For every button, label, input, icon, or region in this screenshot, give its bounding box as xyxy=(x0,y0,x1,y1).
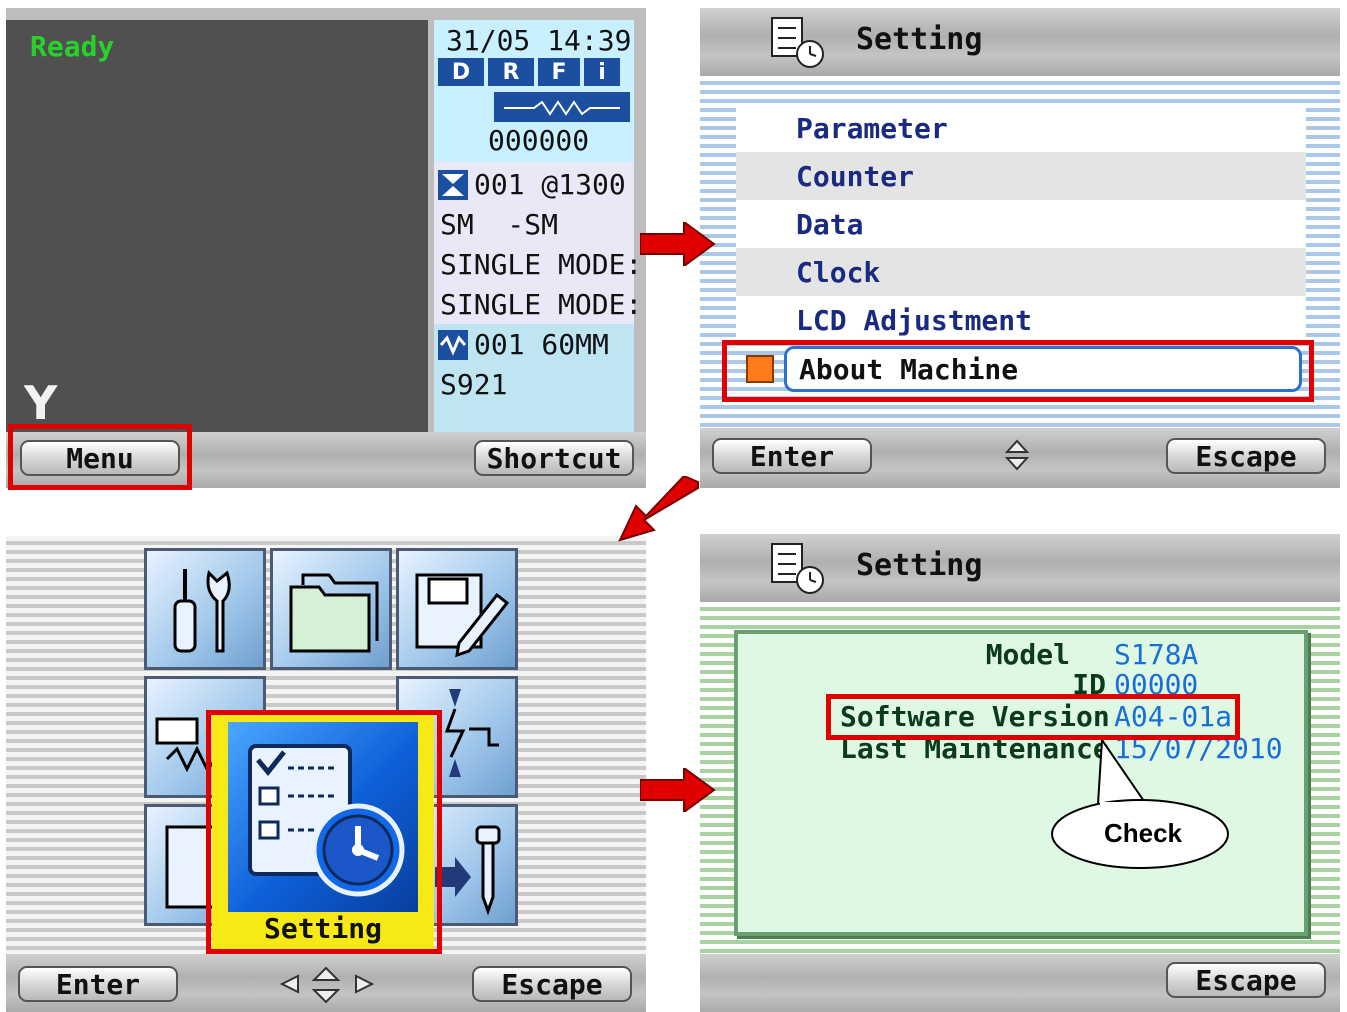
list-item-label: Data xyxy=(796,207,864,241)
arrow-right-icon xyxy=(640,768,716,812)
highlight-setting-tile xyxy=(206,710,442,954)
shortcut-button[interactable]: Shortcut xyxy=(474,440,634,476)
highlight-software-version xyxy=(826,694,1240,740)
escape-button[interactable]: Escape xyxy=(472,966,632,1002)
setting-title-icon xyxy=(770,16,826,70)
arrow-down-left-icon xyxy=(618,476,699,542)
check-callout-text: Check xyxy=(1103,818,1183,848)
camera-view xyxy=(6,20,428,432)
program-row: 001 @1300 xyxy=(438,168,626,201)
escape-button[interactable]: Escape xyxy=(1166,962,1326,998)
splice-counter: 000000 xyxy=(488,124,590,157)
list-item-clock[interactable]: Clock xyxy=(736,248,1306,296)
folder-icon[interactable] xyxy=(270,548,392,670)
heater-code: S921 xyxy=(440,368,508,401)
setting-title: Setting xyxy=(856,22,983,57)
datetime: 31/05 14:39 xyxy=(446,24,632,57)
model-label: Model xyxy=(985,638,1070,671)
enter-button[interactable]: Enter xyxy=(18,966,178,1002)
status-text: Ready xyxy=(30,30,115,63)
list-item-lcd-adjustment[interactable]: LCD Adjustment xyxy=(736,296,1306,344)
list-item-data[interactable]: Data xyxy=(736,200,1306,248)
f-mode-icon: F xyxy=(538,58,580,86)
list-item-label: Clock xyxy=(796,255,881,289)
splice-mode-icon: D xyxy=(438,58,484,86)
highlight-about-machine xyxy=(722,340,1314,402)
info-icon: i xyxy=(584,58,620,86)
list-item-counter[interactable]: Counter xyxy=(736,152,1306,200)
escape-button[interactable]: Escape xyxy=(1166,438,1326,474)
fiber-mode-line-2: SINGLE MODE: xyxy=(440,288,643,321)
panel-setting-list: Setting Parameter Counter Data Clock LCD… xyxy=(700,8,1340,488)
heater-program-icon xyxy=(438,329,468,360)
heater-wave-icon xyxy=(494,92,630,122)
splice-mode-line: SM -SM xyxy=(440,208,559,241)
mode-icon-row: D R F i xyxy=(438,58,620,86)
fiber-mode-line-1: SINGLE MODE: xyxy=(440,248,643,281)
setting-title-icon xyxy=(770,542,826,596)
enter-button[interactable]: Enter xyxy=(712,438,872,474)
list-item-label: Counter xyxy=(796,159,915,193)
list-item-parameter[interactable]: Parameter xyxy=(736,104,1306,152)
fiber-y-icon: Y xyxy=(24,376,58,430)
list-item-label: LCD Adjustment xyxy=(796,303,1033,337)
setting-list: Parameter Counter Data Clock LCD Adjustm… xyxy=(736,104,1306,344)
direction-pad-icon[interactable] xyxy=(272,964,382,1006)
save-edit-icon[interactable] xyxy=(396,548,518,670)
heater-row: 001 60MM xyxy=(438,328,609,361)
setting-title: Setting xyxy=(856,548,983,583)
panel-main-screen: Ready Y 31/05 14:39 D R F i 000000 001 @… xyxy=(6,8,646,488)
list-item-label: Parameter xyxy=(796,111,948,145)
model-row: Model S178A xyxy=(800,638,1270,672)
arrow-right-icon xyxy=(640,222,716,266)
highlight-menu-button xyxy=(8,424,192,490)
program-line: 001 @1300 xyxy=(474,168,626,201)
heater-line: 001 60MM xyxy=(474,328,609,361)
model-value: S178A xyxy=(1114,638,1199,671)
check-callout-bubble xyxy=(1051,740,1229,869)
up-down-icon[interactable] xyxy=(1004,438,1030,472)
auto-start-icon: R xyxy=(488,58,534,86)
splice-program-icon xyxy=(438,169,468,200)
tools-icon[interactable] xyxy=(144,548,266,670)
